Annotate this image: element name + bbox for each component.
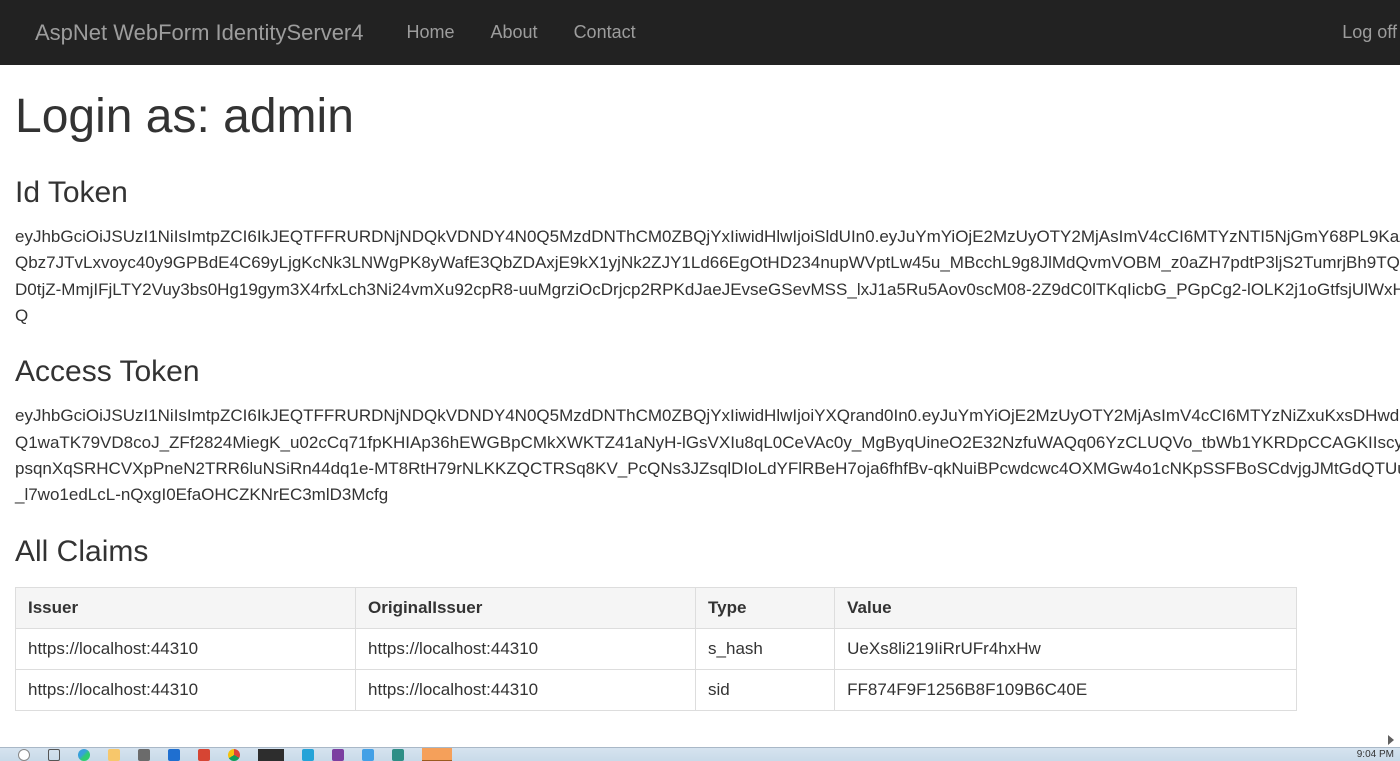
access-token-value: eyJhbGciOiJSUzI1NiIsImtpZCI6IkJEQTFFRURD… [15, 403, 1400, 508]
scroll-right-icon [1388, 735, 1398, 745]
taskbar-vs-icon[interactable] [332, 749, 344, 761]
navbar-left: AspNet WebForm IdentityServer4 Home Abou… [15, 2, 654, 63]
navbar-right: Log off [1324, 2, 1400, 63]
th-original-issuer: OriginalIssuer [356, 587, 696, 628]
taskbar-left [4, 748, 452, 761]
taskbar-store-icon[interactable] [138, 749, 150, 761]
th-value: Value [835, 587, 1297, 628]
page-title: Login as: admin [15, 89, 1400, 144]
cell-issuer: https://localhost:44310 [16, 628, 356, 669]
taskbar: 9:04 PM [0, 747, 1400, 761]
taskbar-search-icon[interactable] [18, 749, 30, 761]
taskbar-chrome-icon[interactable] [228, 749, 240, 761]
heading-all-claims: All Claims [15, 535, 1400, 569]
taskbar-terminal-icon[interactable] [258, 749, 284, 761]
taskbar-app3-icon[interactable] [392, 749, 404, 761]
table-header-row: Issuer OriginalIssuer Type Value [16, 587, 1297, 628]
browser-viewport[interactable]: AspNet WebForm IdentityServer4 Home Abou… [0, 0, 1400, 730]
nav-list: Home About Contact [389, 2, 654, 63]
cell-original-issuer: https://localhost:44310 [356, 628, 696, 669]
taskbar-edge-icon[interactable] [78, 749, 90, 761]
cell-type: s_hash [696, 628, 835, 669]
nav-link-home[interactable]: Home [389, 2, 473, 63]
taskbar-taskview-icon[interactable] [48, 749, 60, 761]
table-row: https://localhost:44310 https://localhos… [16, 628, 1297, 669]
heading-id-token: Id Token [15, 176, 1400, 210]
heading-access-token: Access Token [15, 355, 1400, 389]
nav-link-logoff[interactable]: Log off [1324, 2, 1400, 63]
taskbar-vscode-icon[interactable] [302, 749, 314, 761]
taskbar-active-app[interactable] [422, 748, 452, 761]
th-issuer: Issuer [16, 587, 356, 628]
claims-table: Issuer OriginalIssuer Type Value https:/… [15, 587, 1297, 711]
content: Login as: admin Id Token eyJhbGciOiJSUzI… [0, 89, 1400, 726]
nav-link-contact[interactable]: Contact [556, 2, 654, 63]
th-type: Type [696, 587, 835, 628]
navbar-brand[interactable]: AspNet WebForm IdentityServer4 [15, 5, 379, 61]
navbar: AspNet WebForm IdentityServer4 Home Abou… [0, 0, 1400, 65]
taskbar-app2-icon[interactable] [362, 749, 374, 761]
cell-value: FF874F9F1256B8F109B6C40E [835, 669, 1297, 710]
taskbar-explorer-icon[interactable] [108, 749, 120, 761]
nav-link-about[interactable]: About [473, 2, 556, 63]
cell-value: UeXs8li219IiRrUFr4hxHw [835, 628, 1297, 669]
taskbar-office-icon[interactable] [198, 749, 210, 761]
taskbar-app-icon[interactable] [168, 749, 180, 761]
taskbar-clock[interactable]: 9:04 PM [1357, 749, 1396, 760]
id-token-value: eyJhbGciOiJSUzI1NiIsImtpZCI6IkJEQTFFRURD… [15, 224, 1400, 329]
cell-issuer: https://localhost:44310 [16, 669, 356, 710]
table-row: https://localhost:44310 https://localhos… [16, 669, 1297, 710]
cell-original-issuer: https://localhost:44310 [356, 669, 696, 710]
cell-type: sid [696, 669, 835, 710]
